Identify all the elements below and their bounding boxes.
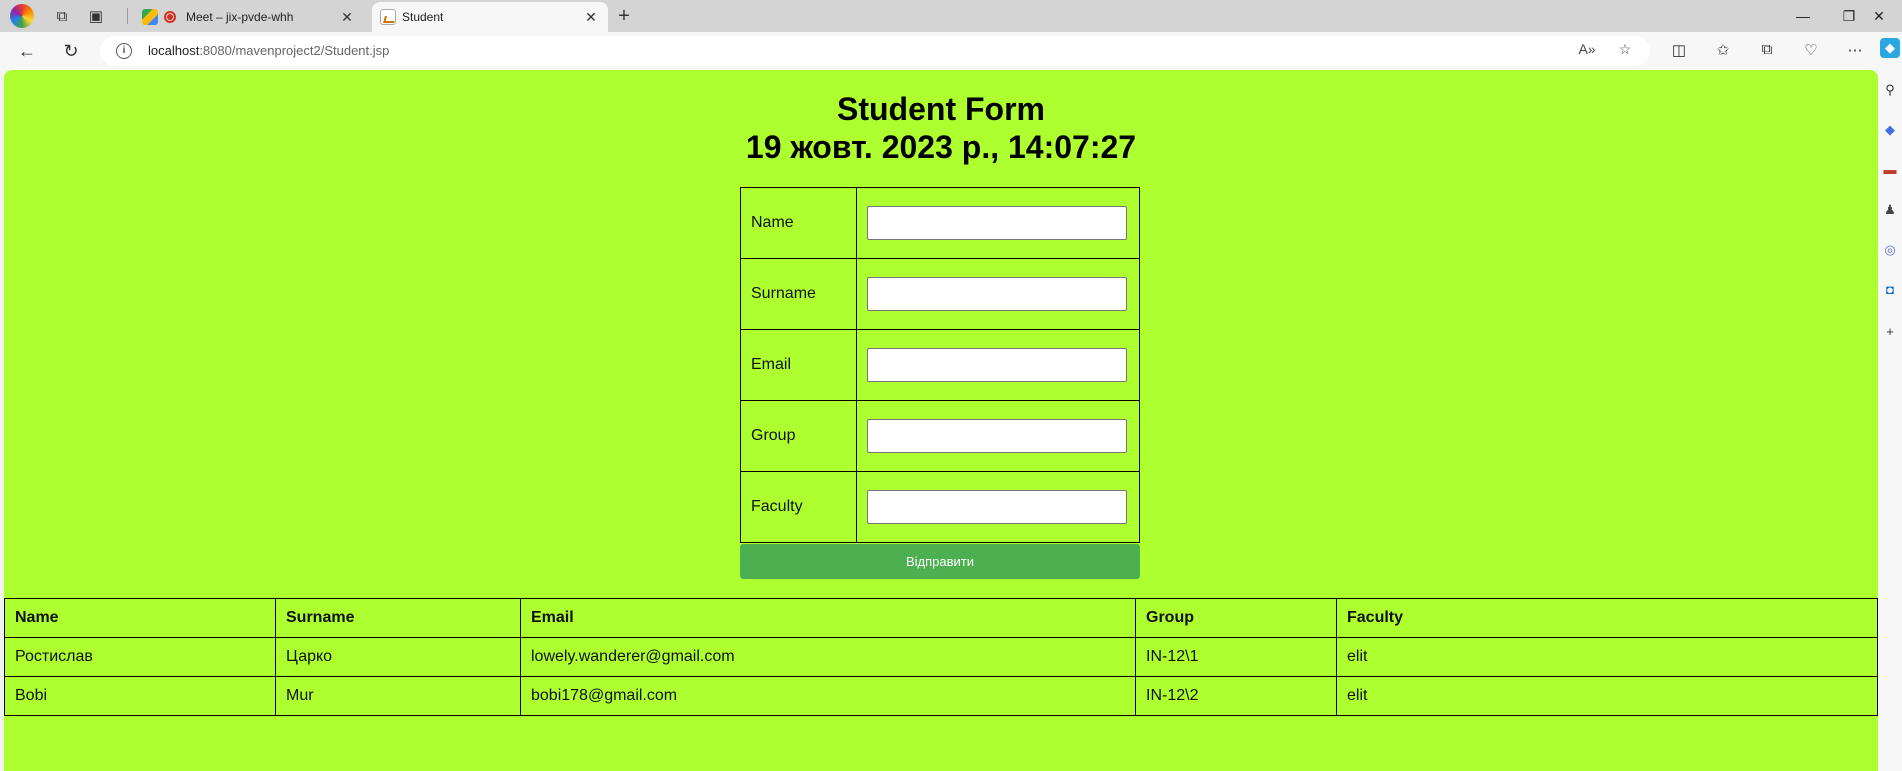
table-header-row: Name Surname Email Group Faculty bbox=[4, 598, 1878, 638]
form-row-faculty: Faculty bbox=[740, 471, 1140, 543]
students-table: Name Surname Email Group Faculty Ростисл… bbox=[4, 598, 1878, 716]
workspaces-icon[interactable]: ⧉ bbox=[50, 4, 74, 28]
tab-separator bbox=[127, 8, 128, 24]
surname-input[interactable] bbox=[867, 277, 1127, 311]
games-icon[interactable]: ♟ bbox=[1880, 200, 1900, 220]
page-datetime: 19 жовт. 2023 р., 14:07:27 bbox=[745, 129, 1137, 165]
collections-icon[interactable]: ⧉ bbox=[1756, 41, 1778, 61]
cell-group: IN-12\2 bbox=[1135, 676, 1337, 716]
add-sidebar-app-icon[interactable]: + bbox=[1880, 322, 1900, 342]
column-header-faculty: Faculty bbox=[1336, 598, 1878, 638]
profile-avatar[interactable] bbox=[10, 4, 34, 28]
tools-icon[interactable]: ▬ bbox=[1880, 160, 1900, 180]
page-content: Student Form 19 жовт. 2023 р., 14:07:27 … bbox=[4, 70, 1878, 771]
submit-button[interactable]: Відправити bbox=[740, 544, 1140, 579]
page-heading: Student Form 19 жовт. 2023 р., 14:07:27 bbox=[4, 90, 1878, 166]
minimize-button[interactable]: — bbox=[1780, 0, 1826, 32]
back-arrow-icon[interactable]: ← bbox=[14, 39, 40, 63]
close-icon[interactable]: ✕ bbox=[580, 9, 602, 26]
search-icon[interactable]: ⚲ bbox=[1880, 80, 1900, 100]
close-icon[interactable]: ✕ bbox=[336, 9, 358, 26]
cell-surname: Царко bbox=[275, 637, 521, 677]
group-input[interactable] bbox=[867, 419, 1127, 453]
form-row-email: Email bbox=[740, 329, 1140, 401]
info-icon[interactable]: i bbox=[116, 43, 132, 59]
form-row-name: Name bbox=[740, 187, 1140, 259]
name-label: Name bbox=[740, 187, 857, 259]
recording-icon bbox=[164, 11, 176, 23]
group-cell bbox=[856, 400, 1140, 472]
tab-title: Student bbox=[402, 10, 444, 24]
faculty-input[interactable] bbox=[867, 490, 1127, 524]
page-favicon-icon bbox=[380, 9, 396, 25]
copilot-icon[interactable]: ◆ bbox=[1880, 38, 1900, 58]
browser-toolbar: ← ↻ i localhost:8080/mavenproject2/Stude… bbox=[0, 32, 1902, 70]
meet-favicon-icon bbox=[142, 9, 158, 25]
more-options-icon[interactable]: ⋯ bbox=[1844, 41, 1866, 61]
name-input[interactable] bbox=[867, 206, 1127, 240]
microsoft-365-icon[interactable]: ◎ bbox=[1880, 240, 1900, 260]
tab-actions-icon[interactable]: ▣ bbox=[84, 4, 108, 28]
edge-sidebar: ◆ ⚲ ◆ ▬ ♟ ◎ ◘ + bbox=[1878, 32, 1902, 771]
tab-meet[interactable]: Meet – jix-pvde-whh ✕ bbox=[134, 2, 364, 32]
url-path: :8080/mavenproject2/Student.jsp bbox=[199, 43, 390, 58]
url-host: localhost bbox=[148, 43, 200, 58]
email-cell bbox=[856, 329, 1140, 401]
surname-cell bbox=[856, 258, 1140, 330]
favorite-star-icon[interactable]: ☆ bbox=[1614, 41, 1636, 61]
table-row: Bobi Mur bobi178@gmail.com IN-12\2 elit bbox=[4, 676, 1878, 716]
column-header-group: Group bbox=[1135, 598, 1337, 638]
browser-essentials-icon[interactable]: ♡ bbox=[1800, 41, 1822, 61]
address-bar[interactable]: i localhost:8080/mavenproject2/Student.j… bbox=[100, 36, 1650, 66]
form-row-group: Group bbox=[740, 400, 1140, 472]
favorites-icon[interactable]: ✩ bbox=[1712, 41, 1734, 61]
tab-strip: ⧉ ▣ Meet – jix-pvde-whh ✕ Student ✕ + — … bbox=[0, 0, 1902, 32]
column-header-email: Email bbox=[520, 598, 1136, 638]
page-title: Student Form bbox=[837, 91, 1045, 127]
cell-name: Bobi bbox=[4, 676, 276, 716]
faculty-cell bbox=[856, 471, 1140, 543]
cell-faculty: elit bbox=[1336, 637, 1878, 677]
cell-email: bobi178@gmail.com bbox=[520, 676, 1136, 716]
cell-name: Ростислав bbox=[4, 637, 276, 677]
table-row: Ростислав Царко lowely.wanderer@gmail.co… bbox=[4, 637, 1878, 677]
form-row-surname: Surname bbox=[740, 258, 1140, 330]
column-header-surname: Surname bbox=[275, 598, 521, 638]
tab-title: Meet – jix-pvde-whh bbox=[186, 10, 294, 24]
email-label: Email bbox=[740, 329, 857, 401]
column-header-name: Name bbox=[4, 598, 276, 638]
cell-surname: Mur bbox=[275, 676, 521, 716]
name-cell bbox=[856, 187, 1140, 259]
cell-email: lowely.wanderer@gmail.com bbox=[520, 637, 1136, 677]
group-label: Group bbox=[740, 400, 857, 472]
shopping-icon[interactable]: ◆ bbox=[1880, 120, 1900, 140]
read-aloud-icon[interactable]: A» bbox=[1576, 41, 1598, 61]
refresh-icon[interactable]: ↻ bbox=[58, 39, 84, 63]
split-screen-icon[interactable]: ◫ bbox=[1668, 41, 1690, 61]
tab-student[interactable]: Student ✕ bbox=[372, 2, 608, 32]
close-window-button[interactable]: ✕ bbox=[1856, 0, 1902, 32]
new-tab-button[interactable]: + bbox=[612, 4, 636, 28]
email-input[interactable] bbox=[867, 348, 1127, 382]
cell-group: IN-12\1 bbox=[1135, 637, 1337, 677]
cell-faculty: elit bbox=[1336, 676, 1878, 716]
student-form: Name Surname Email Group Faculty bbox=[740, 187, 1140, 543]
url-text: localhost:8080/mavenproject2/Student.jsp bbox=[148, 43, 389, 58]
surname-label: Surname bbox=[740, 258, 857, 330]
outlook-icon[interactable]: ◘ bbox=[1880, 280, 1900, 300]
faculty-label: Faculty bbox=[740, 471, 857, 543]
